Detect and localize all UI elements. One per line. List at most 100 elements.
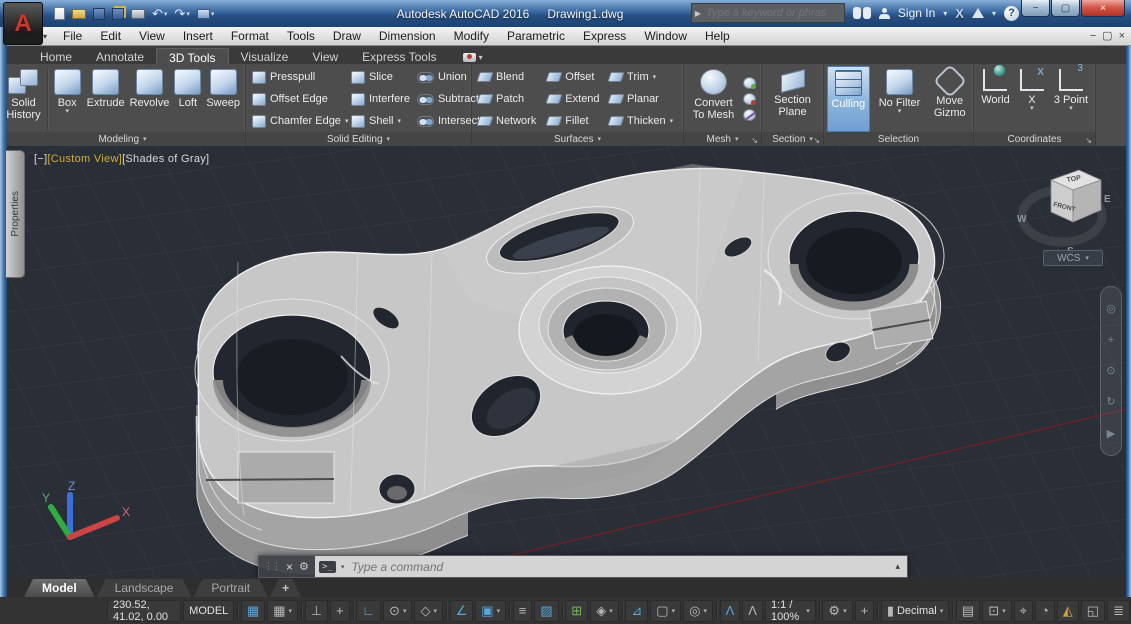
slice-button[interactable]: Slice	[351, 68, 410, 86]
menu-modify[interactable]: Modify	[445, 29, 498, 43]
annotation-monitor-toggle[interactable]: +	[855, 600, 875, 622]
chevron-down-icon[interactable]: ▾	[943, 9, 947, 18]
gizmo-toggle[interactable]: ◎▾	[683, 600, 713, 622]
move-gizmo-button[interactable]: MoveGizmo	[929, 66, 970, 132]
chevron-down-icon[interactable]: ▾	[940, 607, 944, 615]
world-ucs-button[interactable]: World	[977, 66, 1014, 132]
lock-ui-button[interactable]: ⊡▾	[982, 600, 1011, 622]
tab-visualize[interactable]: Visualize	[229, 48, 301, 64]
search-input[interactable]	[704, 6, 828, 20]
dialog-launcher-icon[interactable]: ↘	[813, 136, 820, 145]
chevron-down-icon[interactable]: ▾	[609, 607, 613, 615]
open-file-button[interactable]	[72, 5, 86, 23]
snap-mode-toggle[interactable]: ▦▾	[267, 600, 298, 622]
command-customize-icon[interactable]: ⚙	[299, 560, 309, 573]
intersect-button[interactable]: Intersect	[417, 112, 480, 130]
pan-icon[interactable]: +	[1108, 334, 1114, 346]
isolate-objects-button[interactable]: ⌖	[1014, 600, 1033, 622]
extrude-button[interactable]: Extrude	[85, 66, 127, 132]
chevron-down-icon[interactable]: ▾	[843, 607, 847, 615]
union-button[interactable]: Union	[417, 68, 480, 86]
loft-button[interactable]: Loft	[172, 66, 203, 132]
object-snap-toggle[interactable]: ▣▾	[475, 600, 506, 622]
navigation-wheel-icon[interactable]: ◎	[1106, 302, 1116, 315]
lineweight-toggle[interactable]: ≡	[513, 600, 533, 622]
search-box[interactable]: ▶	[691, 3, 845, 23]
selection-filtering-toggle[interactable]: ▢▾	[650, 600, 681, 622]
chevron-down-icon[interactable]: ▾	[164, 10, 168, 18]
chevron-down-icon[interactable]: ▾	[992, 9, 996, 18]
chevron-down-icon[interactable]: ▾	[479, 53, 483, 62]
close-button[interactable]: ×	[1081, 0, 1125, 17]
chevron-down-icon[interactable]: ▾	[703, 607, 707, 615]
chevron-down-icon[interactable]: ▾	[43, 32, 47, 41]
menu-edit[interactable]: Edit	[91, 29, 130, 43]
viewport-minus-control[interactable]: [−]	[34, 153, 47, 165]
chevron-down-icon[interactable]: ▾	[672, 607, 676, 615]
tab-view[interactable]: View	[300, 48, 350, 64]
3d-object-snap-toggle[interactable]: ◈▾	[590, 600, 619, 622]
patch-button[interactable]: Patch	[478, 90, 540, 108]
drawing-viewport[interactable]: Z Y X [−][Custom View][Shades of Gray] W…	[0, 146, 1131, 578]
tab-3d-tools[interactable]: 3D Tools	[156, 48, 228, 64]
command-prompt-button[interactable]: >_	[319, 561, 336, 573]
trim-button[interactable]: Trim▾	[609, 68, 677, 86]
menu-draw[interactable]: Draw	[324, 29, 370, 43]
revolve-button[interactable]: Revolve	[128, 66, 172, 132]
polar-tracking-toggle[interactable]: ⊙▾	[383, 600, 412, 622]
ucs-3point-button[interactable]: 3 Point ▾	[1050, 66, 1092, 132]
grid-display-toggle[interactable]: ▦	[241, 600, 265, 622]
chevron-down-icon[interactable]: ▾	[211, 10, 215, 18]
chevron-down-icon[interactable]: ▾	[497, 607, 501, 615]
wcs-dropdown[interactable]: WCS ▾	[1043, 250, 1103, 266]
dialog-launcher-icon[interactable]: ↘	[751, 136, 758, 145]
section-plane-button[interactable]: SectionPlane	[765, 66, 820, 132]
application-menu-button[interactable]: A	[3, 2, 43, 45]
selection-cycling-toggle[interactable]: ⊞	[565, 600, 588, 622]
chevron-down-icon[interactable]: ▾	[1069, 106, 1073, 112]
new-layout-button[interactable]: +	[270, 579, 301, 597]
tab-annotate[interactable]: Annotate	[84, 48, 156, 64]
chamfer-edge-button[interactable]: Chamfer Edge▾	[252, 112, 344, 130]
hardware-acceleration-button[interactable]: ◔	[1035, 600, 1055, 622]
chevron-down-icon[interactable]: ▾	[806, 607, 810, 615]
undo-button[interactable]: ↶▾	[152, 5, 167, 23]
layout-tab-landscape[interactable]: Landscape	[97, 579, 192, 597]
save-as-button[interactable]	[112, 5, 124, 23]
transparency-toggle[interactable]: ▨	[534, 600, 558, 622]
dialog-launcher-icon[interactable]: ↘	[1085, 136, 1092, 145]
smooth-less-icon[interactable]	[743, 93, 756, 105]
tab-home[interactable]: Home	[28, 48, 84, 64]
doc-minimize-button[interactable]: −	[1090, 30, 1096, 42]
chevron-down-icon[interactable]: ▾	[403, 607, 407, 615]
layout-tab-portrait[interactable]: Portrait	[193, 579, 268, 597]
menu-parametric[interactable]: Parametric	[498, 29, 574, 43]
chevron-down-icon[interactable]: ▾	[653, 73, 657, 81]
planar-button[interactable]: Planar	[609, 90, 677, 108]
panel-label-solid-editing[interactable]: Solid Editing▾	[246, 132, 471, 146]
panel-label-surfaces[interactable]: Surfaces▾	[472, 132, 683, 146]
dynamic-ucs-toggle[interactable]: ⊿	[625, 600, 648, 622]
zoom-icon[interactable]: ⊙	[1106, 364, 1115, 377]
chevron-down-icon[interactable]: ▾	[289, 607, 293, 615]
annotation-scale-button[interactable]: 1:1 / 100%▾	[765, 600, 816, 622]
ortho-mode-toggle[interactable]: ∟	[356, 600, 381, 622]
interfere-button[interactable]: Interfere	[351, 90, 410, 108]
orbit-icon[interactable]: ↻	[1106, 395, 1115, 408]
box-button[interactable]: Box ▾	[51, 66, 84, 132]
panel-label-modeling[interactable]: Modeling▾	[0, 132, 245, 146]
panel-label-section[interactable]: Section▾ ↘	[762, 132, 823, 146]
network-button[interactable]: Network	[478, 112, 540, 130]
search-arrow-icon[interactable]: ▶	[692, 9, 704, 18]
chevron-down-icon[interactable]: ▾	[670, 117, 674, 125]
showmotion-icon[interactable]: ▶	[1107, 427, 1115, 440]
infer-constraints-toggle[interactable]: ⊥	[305, 600, 328, 622]
workspace-switch-button[interactable]: ▾	[197, 5, 215, 23]
menu-dimension[interactable]: Dimension	[370, 29, 445, 43]
chevron-down-icon[interactable]: ▾	[65, 109, 69, 115]
chevron-down-icon[interactable]: ▾	[1002, 607, 1006, 615]
shell-button[interactable]: Shell▾	[351, 112, 410, 130]
chevron-down-icon[interactable]: ▾	[397, 117, 401, 125]
smooth-object-icon[interactable]	[743, 109, 756, 121]
command-grip-handle[interactable]: ⋮⋮	[264, 561, 280, 572]
